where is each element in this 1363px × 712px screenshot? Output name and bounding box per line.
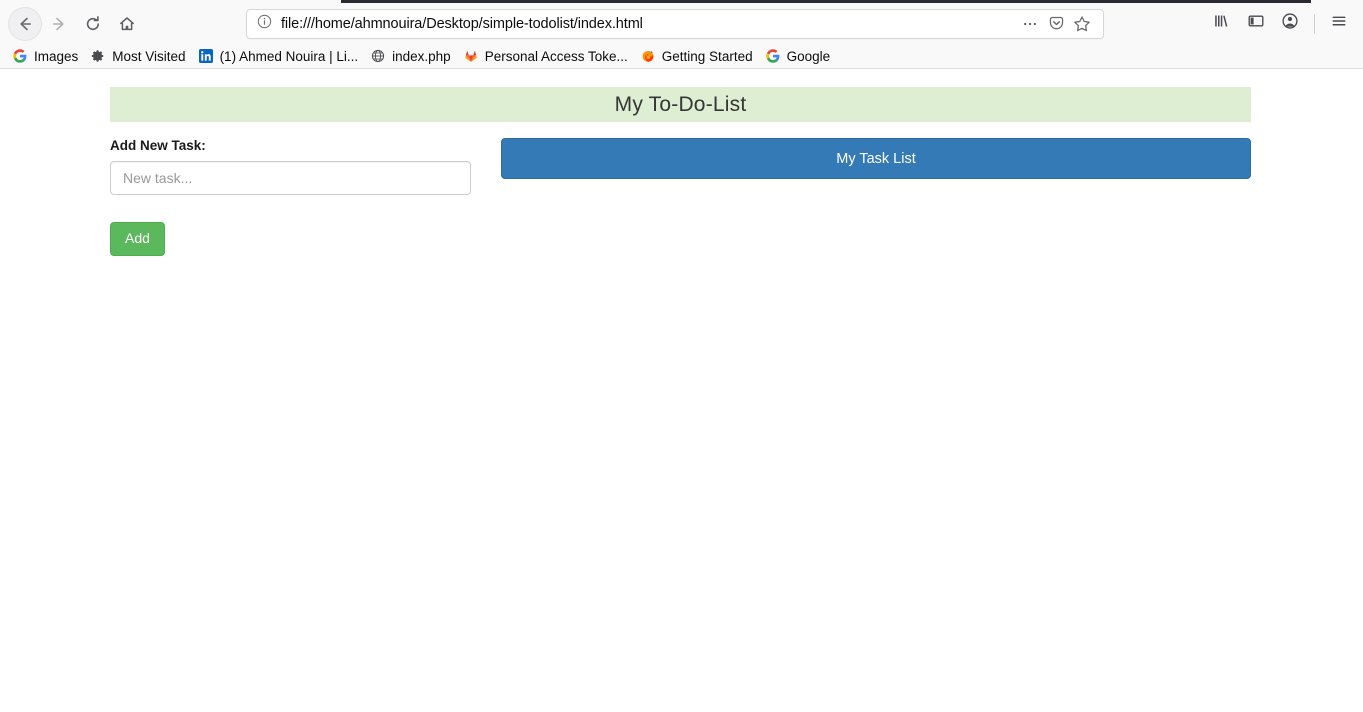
account-icon [1281, 12, 1299, 35]
task-list-panel: My Task List [501, 138, 1251, 179]
urlbar-container: file:///home/ahmnouira/Desktop/simple-to… [144, 8, 1206, 39]
info-icon[interactable] [257, 14, 272, 34]
bookmark-label: Personal Access Toke... [484, 48, 628, 64]
bookmarks-toolbar: Images Most Visited (1) Ahmed Nouira | L… [0, 44, 1363, 69]
account-button[interactable] [1274, 8, 1306, 40]
bookmark-index-php[interactable]: index.php [364, 46, 457, 67]
bookmark-getting-started[interactable]: Getting Started [634, 46, 759, 67]
task-list-column: My Task List [501, 138, 1251, 256]
url-text[interactable]: file:///home/ahmnouira/Desktop/simple-to… [281, 16, 1017, 32]
gear-icon [90, 48, 106, 64]
add-task-label: Add New Task: [110, 138, 206, 153]
bookmark-label: Google [786, 48, 831, 64]
back-arrow-icon [16, 15, 34, 33]
linkedin-icon [198, 48, 214, 64]
bookmark-label: Images [34, 48, 79, 64]
page-content: My To-Do-List Add New Task: Add My Task … [0, 69, 1363, 712]
add-task-button[interactable]: Add [110, 222, 165, 256]
bookmark-personal-access-token[interactable]: Personal Access Toke... [457, 46, 634, 67]
tab-strip [0, 0, 1363, 3]
bookmark-images[interactable]: Images [6, 46, 84, 67]
bookmark-star-icon[interactable] [1069, 12, 1095, 36]
content-row: Add New Task: Add My Task List [110, 138, 1251, 256]
bookmark-label: (1) Ahmed Nouira | Li... [219, 48, 359, 64]
add-button-wrapper: Add [110, 195, 471, 256]
google-icon [12, 48, 28, 64]
sidebar-button[interactable] [1240, 8, 1272, 40]
bookmark-label: Getting Started [661, 48, 753, 64]
forward-arrow-icon [50, 15, 68, 33]
column-spacer [471, 138, 501, 256]
navigation-toolbar: file:///home/ahmnouira/Desktop/simple-to… [0, 3, 1363, 44]
page-actions-icon[interactable] [1017, 12, 1043, 36]
google-icon [765, 48, 781, 64]
firefox-icon [640, 48, 656, 64]
reload-button[interactable] [76, 7, 110, 41]
back-button[interactable] [8, 6, 42, 41]
bookmark-label: index.php [392, 48, 451, 64]
tab-strip-right-stub [1311, 0, 1363, 3]
new-task-input[interactable] [110, 161, 471, 195]
bookmark-label: Most Visited [112, 48, 186, 64]
reload-icon [84, 15, 102, 33]
task-list-heading: My Task List [836, 150, 916, 167]
page-header: My To-Do-List [110, 87, 1251, 122]
forward-button[interactable] [42, 7, 76, 41]
library-icon [1213, 12, 1231, 35]
add-task-column: Add New Task: Add [110, 138, 471, 256]
bookmark-google[interactable]: Google [759, 46, 837, 67]
sidebar-icon [1247, 12, 1265, 35]
content-container: My To-Do-List Add New Task: Add My Task … [110, 69, 1251, 256]
pocket-icon[interactable] [1043, 12, 1069, 36]
toolbar-right-group [1206, 8, 1355, 40]
gitlab-icon [463, 48, 479, 64]
home-icon [118, 15, 136, 33]
library-button[interactable] [1206, 8, 1238, 40]
page-title: My To-Do-List [614, 92, 747, 116]
app-menu-button[interactable] [1323, 8, 1355, 40]
bookmark-linkedin-profile[interactable]: (1) Ahmed Nouira | Li... [192, 46, 365, 67]
globe-icon [370, 48, 386, 64]
bookmark-most-visited[interactable]: Most Visited [84, 46, 191, 67]
browser-window: file:///home/ahmnouira/Desktop/simple-to… [0, 0, 1363, 712]
toolbar-separator [1314, 13, 1315, 34]
address-bar[interactable]: file:///home/ahmnouira/Desktop/simple-to… [246, 8, 1104, 39]
hamburger-menu-icon [1330, 12, 1348, 35]
home-button[interactable] [110, 7, 144, 41]
active-tab-stub[interactable] [0, 0, 341, 3]
